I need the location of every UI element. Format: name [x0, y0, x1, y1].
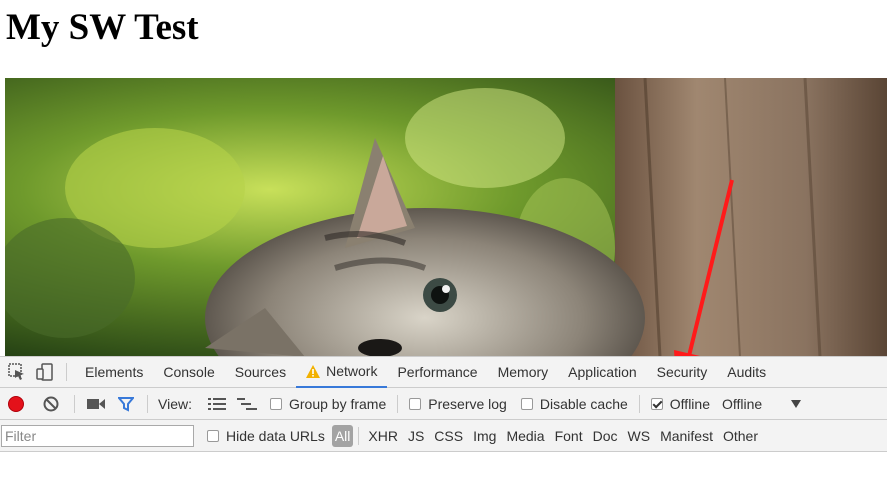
tab-performance[interactable]: Performance — [387, 357, 487, 388]
filter-type-ws[interactable]: WS — [623, 425, 656, 447]
divider — [66, 363, 67, 381]
tab-elements[interactable]: Elements — [75, 357, 153, 388]
tab-security[interactable]: Security — [647, 357, 718, 388]
filter-type-doc[interactable]: Doc — [588, 425, 623, 447]
preserve-log-option[interactable]: Preserve log — [409, 396, 507, 412]
hide-data-urls-checkbox[interactable] — [207, 429, 219, 442]
disable-cache-checkbox[interactable] — [520, 397, 533, 410]
divider — [74, 394, 75, 413]
tab-console[interactable]: Console — [153, 357, 224, 388]
filter-type-all[interactable]: All — [331, 424, 354, 447]
divider — [638, 394, 640, 413]
network-toolbar: View: Group by frame Preserve log Disabl… — [0, 388, 887, 420]
video-camera-icon[interactable] — [85, 393, 107, 415]
filter-type-manifest[interactable]: Manifest — [655, 425, 718, 447]
filter-type-font[interactable]: Font — [550, 425, 588, 447]
clear-icon[interactable] — [40, 393, 62, 415]
divider — [358, 426, 360, 445]
view-label: View: — [158, 395, 192, 412]
group-by-frame-checkbox[interactable] — [269, 397, 282, 410]
devtools-panel: Elements Console Sources Network Perform… — [0, 356, 887, 489]
tab-network[interactable]: Network — [296, 357, 388, 388]
tab-application[interactable]: Application — [558, 357, 647, 388]
filter-type-img[interactable]: Img — [468, 425, 501, 447]
hide-data-urls-label: Hide data URLs — [226, 427, 325, 444]
offline-checkbox[interactable] — [650, 397, 663, 410]
preserve-log-checkbox[interactable] — [409, 397, 422, 410]
filter-type-css[interactable]: CSS — [429, 425, 468, 447]
divider — [397, 394, 399, 413]
filter-type-other[interactable]: Other — [718, 425, 763, 447]
preserve-log-label: Preserve log — [428, 395, 507, 412]
dropdown-arrow-icon — [791, 399, 802, 408]
devtools-tabbar: Elements Console Sources Network Perform… — [0, 356, 887, 388]
divider — [147, 394, 148, 413]
warning-icon — [306, 364, 321, 378]
inspect-element-icon[interactable] — [6, 361, 28, 383]
group-by-frame-option[interactable]: Group by frame — [269, 395, 387, 412]
throttling-value: Offline — [722, 395, 763, 412]
filter-type-media[interactable]: Media — [501, 425, 549, 447]
filter-input[interactable] — [1, 424, 194, 447]
kitten-photo — [5, 78, 887, 357]
tab-memory[interactable]: Memory — [488, 357, 559, 388]
filter-type-xhr[interactable]: XHR — [363, 425, 403, 447]
offline-label: Offline — [669, 395, 710, 412]
large-rows-icon[interactable] — [206, 393, 228, 415]
device-toolbar-icon[interactable] — [34, 361, 56, 383]
tab-network-label: Network — [326, 363, 378, 379]
filter-funnel-icon[interactable] — [115, 393, 137, 415]
disable-cache-label: Disable cache — [539, 395, 628, 412]
page-title: My SW Test — [6, 7, 199, 48]
tab-sources[interactable]: Sources — [225, 357, 296, 388]
filter-bar: Hide data URLs All XHR JS CSS Img Media … — [0, 420, 887, 452]
offline-option[interactable]: Offline — [650, 395, 710, 412]
filter-type-js[interactable]: JS — [403, 425, 429, 447]
record-button[interactable] — [8, 395, 24, 412]
throttling-select[interactable]: Offline — [722, 395, 802, 412]
waterfall-overview-icon[interactable] — [236, 393, 258, 415]
hide-data-urls-option[interactable]: Hide data URLs — [207, 428, 325, 444]
disable-cache-option[interactable]: Disable cache — [520, 395, 628, 412]
group-by-frame-label: Group by frame — [288, 395, 387, 412]
tab-audits[interactable]: Audits — [717, 357, 776, 388]
